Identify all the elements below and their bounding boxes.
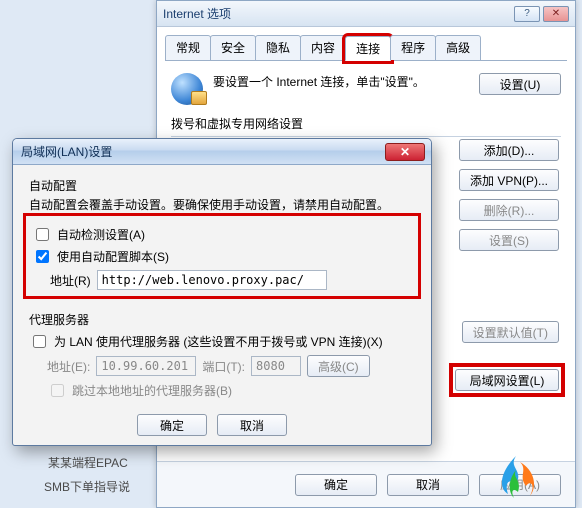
proxy-group: 代理服务器 为 LAN 使用代理服务器 (这些设置不用于拨号或 VPN 连接)(… <box>29 309 415 405</box>
use-proxy-label: 为 LAN 使用代理服务器 (这些设置不用于拨号或 VPN 连接)(X) <box>54 333 383 350</box>
ok-button[interactable]: 确定 <box>295 474 377 496</box>
internet-options-title: Internet 选项 <box>163 5 511 22</box>
tab-advanced[interactable]: 高级 <box>435 35 481 60</box>
auto-detect-checkbox[interactable] <box>36 228 49 241</box>
options-tab-strip: 常规 安全 隐私 内容 连接 程序 高级 <box>165 35 567 61</box>
auto-detect-label: 自动检测设置(A) <box>57 226 145 243</box>
lan-settings-footer: 确定 取消 <box>13 405 431 445</box>
close-icon[interactable]: ✕ <box>385 143 425 161</box>
auto-script-label: 使用自动配置脚本(S) <box>57 248 169 265</box>
background-text-2: SMB下单指导说 <box>44 478 130 495</box>
tab-privacy[interactable]: 隐私 <box>255 35 301 60</box>
dialup-buttons-column: 添加(D)... 添加 VPN(P)... 删除(R)... 设置(S) <box>459 139 559 251</box>
cancel-button[interactable]: 取消 <box>387 474 469 496</box>
dialup-group-label: 拨号和虚拟专用网络设置 <box>171 115 561 132</box>
auto-script-addr-input[interactable] <box>97 270 327 290</box>
proxy-addr-label: 地址(E): <box>47 358 90 375</box>
proxy-port-input <box>251 356 301 376</box>
tab-general[interactable]: 常规 <box>165 35 211 60</box>
add-button[interactable]: 添加(D)... <box>459 139 559 161</box>
lan-settings-title: 局域网(LAN)设置 <box>19 143 385 160</box>
connection-intro-text: 要设置一个 Internet 连接，单击"设置"。 <box>213 73 469 90</box>
lan-cancel-button[interactable]: 取消 <box>217 414 287 436</box>
bypass-local-checkbox <box>51 384 64 397</box>
bypass-local-label: 跳过本地地址的代理服务器(B) <box>72 382 232 399</box>
lan-settings-titlebar[interactable]: 局域网(LAN)设置 ✕ <box>13 139 431 165</box>
auto-config-description: 自动配置会覆盖手动设置。要确保使用手动设置，请禁用自动配置。 <box>29 196 415 213</box>
dial-settings-button[interactable]: 设置(S) <box>459 229 559 251</box>
lan-settings-body: 自动配置 自动配置会覆盖手动设置。要确保使用手动设置，请禁用自动配置。 自动检测… <box>13 165 431 425</box>
tab-security[interactable]: 安全 <box>210 35 256 60</box>
add-vpn-button[interactable]: 添加 VPN(P)... <box>459 169 559 191</box>
flame-logo-icon <box>494 454 538 502</box>
tab-programs[interactable]: 程序 <box>390 35 436 60</box>
tab-content[interactable]: 内容 <box>300 35 346 60</box>
auto-config-legend: 自动配置 <box>29 177 415 194</box>
set-default-button[interactable]: 设置默认值(T) <box>462 321 559 343</box>
auto-script-checkbox[interactable] <box>36 250 49 263</box>
help-button[interactable]: ? <box>514 6 540 22</box>
proxy-legend: 代理服务器 <box>29 311 415 328</box>
tab-connections[interactable]: 连接 <box>345 36 391 61</box>
auto-script-addr-label: 地址(R) <box>50 272 91 289</box>
globe-icon <box>171 73 203 105</box>
lan-settings-dialog: 局域网(LAN)设置 ✕ 自动配置 自动配置会覆盖手动设置。要确保使用手动设置，… <box>12 138 432 446</box>
internet-options-titlebar[interactable]: Internet 选项 ? ✕ <box>157 1 575 27</box>
proxy-port-label: 端口(T): <box>202 358 245 375</box>
setup-button[interactable]: 设置(U) <box>479 73 561 95</box>
separator <box>171 136 561 137</box>
close-button[interactable]: ✕ <box>543 6 569 22</box>
proxy-addr-input <box>96 356 196 376</box>
auto-config-highlight: 自动检测设置(A) 使用自动配置脚本(S) 地址(R) <box>23 213 421 299</box>
background-text-1: 某某端程EPAC <box>48 454 128 471</box>
remove-button[interactable]: 删除(R)... <box>459 199 559 221</box>
auto-config-group: 自动配置 自动配置会覆盖手动设置。要确保使用手动设置，请禁用自动配置。 自动检测… <box>29 175 415 295</box>
lan-settings-highlight: 局域网设置(L) <box>455 369 559 391</box>
use-proxy-checkbox[interactable] <box>33 335 46 348</box>
lan-ok-button[interactable]: 确定 <box>137 414 207 436</box>
lan-buttons-column: 设置默认值(T) <box>462 321 559 343</box>
lan-settings-button[interactable]: 局域网设置(L) <box>455 369 559 391</box>
proxy-advanced-button: 高级(C) <box>307 355 370 377</box>
